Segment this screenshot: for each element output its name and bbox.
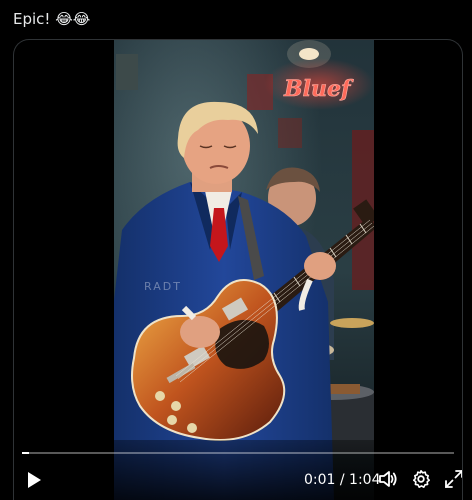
progress-fill bbox=[22, 452, 29, 454]
time-display: 0:01 / 1:04 bbox=[304, 472, 381, 488]
post-text: Epic! 😂😂 bbox=[13, 10, 91, 28]
gear-icon bbox=[413, 470, 430, 488]
settings-button[interactable] bbox=[411, 469, 431, 489]
fullscreen-button[interactable] bbox=[444, 469, 462, 489]
play-icon bbox=[28, 472, 41, 488]
watermark: RADT bbox=[144, 280, 182, 293]
neon-sign: Bluef bbox=[283, 76, 354, 102]
progress-bar[interactable] bbox=[22, 452, 454, 454]
volume-button[interactable] bbox=[378, 469, 398, 489]
play-button[interactable] bbox=[26, 471, 42, 489]
video-still-image: Bluef RADT bbox=[114, 40, 374, 500]
fullscreen-icon bbox=[445, 470, 462, 488]
video-player[interactable]: Bluef RADT 0:01 / 1:04 bbox=[13, 39, 463, 500]
video-frame[interactable]: Bluef RADT bbox=[114, 40, 374, 500]
volume-icon bbox=[379, 471, 397, 487]
